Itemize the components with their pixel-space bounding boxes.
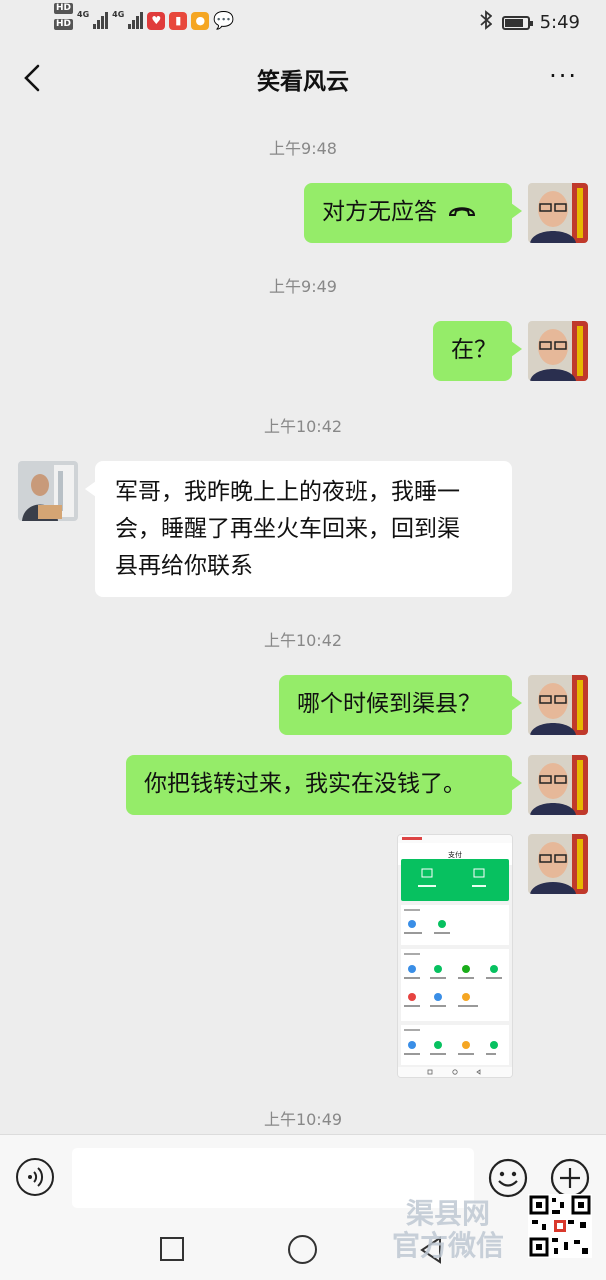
message-bubble-outgoing[interactable]: 对方无应答 (304, 183, 522, 243)
recent-apps-button[interactable] (160, 1237, 184, 1261)
chat-title: 笑看风云 (257, 69, 349, 95)
timestamp: 上午9:48 (269, 139, 337, 158)
hd-indicator: HD HD (54, 3, 74, 35)
message-input-bar (0, 1134, 606, 1221)
message-text: 哪个时候到渠县？ (297, 691, 481, 717)
network-type-1: 4G (77, 10, 90, 19)
status-bar: HD HD 4G 4G ♥ ▮ ● 💬 5:49 (0, 0, 606, 42)
notification-app-icon: ● (191, 12, 210, 30)
message-bubble-outgoing[interactable]: 你把钱转过来，我实在没钱了。 (126, 755, 522, 815)
avatar-self[interactable] (528, 183, 588, 243)
bluetooth-icon (479, 10, 492, 35)
avatar-self[interactable] (528, 321, 588, 381)
avatar-self[interactable] (528, 834, 588, 894)
more-functions-button[interactable] (550, 1158, 590, 1198)
hd2-badge: HD (54, 19, 74, 30)
voice-icon (28, 1167, 44, 1187)
emoji-button[interactable] (488, 1158, 528, 1198)
watermark-line1: 渠县网 (406, 1197, 491, 1230)
taobao-app-icon: ♥ (147, 12, 166, 30)
qr-code-image (528, 1194, 592, 1258)
message-bubble-outgoing[interactable]: 哪个时候到渠县？ (279, 675, 522, 735)
watermark-line2: 官方微信 (392, 1229, 505, 1262)
message-bubble-incoming[interactable]: 军哥，我昨晚上上的夜班，我睡一 会，睡醒了再坐火车回来，回到渠 县再给你联系 (85, 461, 512, 597)
message-text: 在？ (451, 337, 497, 363)
message-bubble-icon: 💬 (213, 11, 235, 31)
avatar-self[interactable] (528, 755, 588, 815)
avatar-self[interactable] (528, 675, 588, 735)
payment-page-thumbnail: 支付 (398, 835, 512, 1077)
emoji-icon (488, 1158, 528, 1198)
reader-app-icon: ▮ (169, 12, 188, 30)
message-bubble-outgoing[interactable]: 在？ (433, 321, 522, 381)
plus-icon (550, 1158, 590, 1198)
home-button[interactable] (288, 1235, 317, 1264)
hd1-badge: HD (54, 3, 74, 14)
signal-icon (93, 11, 109, 29)
message-text-line: 会，睡醒了再坐火车回来，回到渠 (115, 516, 460, 542)
image-message-screenshot[interactable]: 支付 (397, 834, 513, 1078)
battery-icon (501, 15, 533, 30)
avatar-contact[interactable] (18, 461, 78, 521)
timestamp: 上午10:42 (263, 631, 343, 650)
system-navigation-bar (0, 1220, 606, 1280)
watermark: 渠县网 官方微信 (392, 1198, 504, 1262)
message-text: 你把钱转过来，我实在没钱了。 (144, 771, 466, 797)
network-type-2: 4G (112, 10, 125, 19)
timestamp: 上午10:42 (263, 417, 343, 436)
more-options-button[interactable]: ··· (549, 62, 578, 90)
message-text-line: 县再给你联系 (115, 553, 253, 579)
message-text-line: 军哥，我昨晚上上的夜班，我睡一 (115, 479, 460, 505)
thumbnail-title: 支付 (448, 850, 462, 859)
chat-header: 笑看风云 ··· (0, 44, 606, 112)
signal-icon-2 (128, 11, 144, 29)
phone-hangup-icon (447, 194, 477, 231)
timestamp: 上午9:49 (269, 277, 337, 296)
status-time: 5:49 (539, 12, 580, 33)
message-text: 对方无应答 (322, 199, 437, 225)
voice-button[interactable] (16, 1158, 54, 1196)
timestamp: 上午10:49 (263, 1110, 343, 1129)
